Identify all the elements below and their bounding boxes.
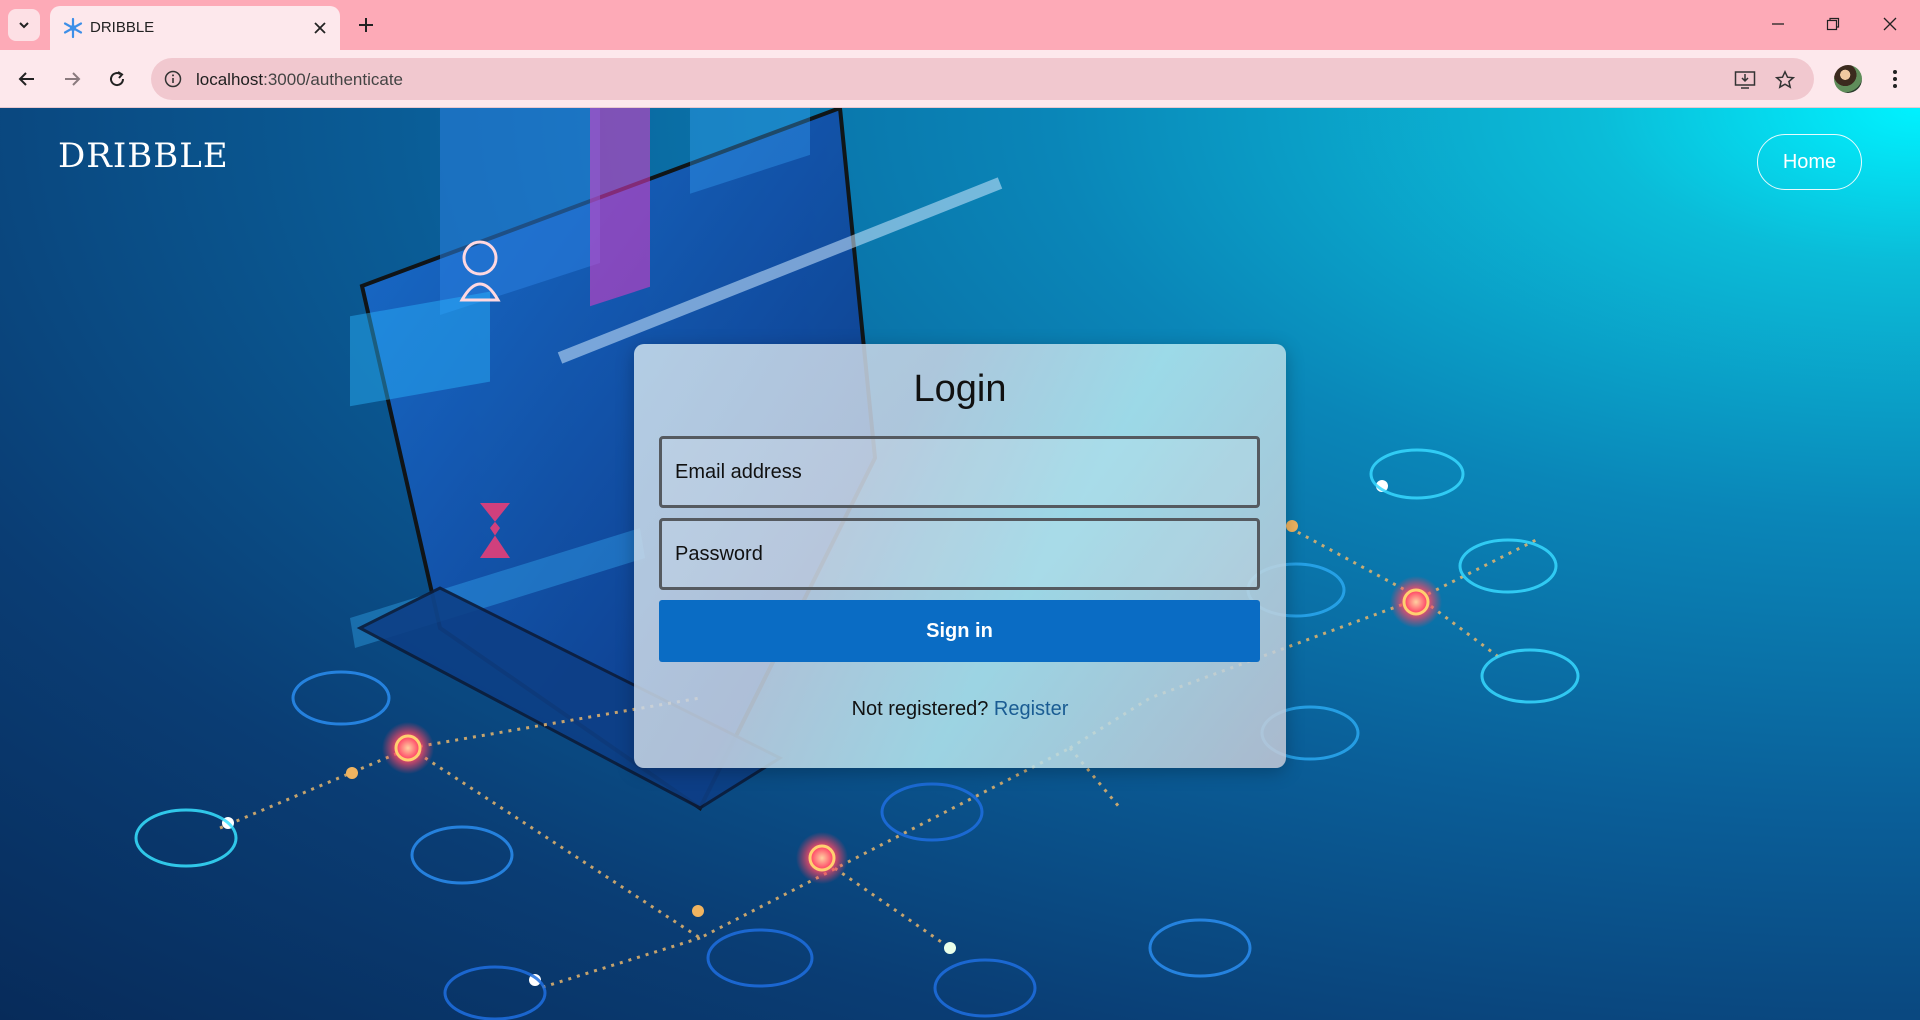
register-link[interactable]: Register <box>994 698 1068 720</box>
tab-search-button[interactable] <box>8 9 40 41</box>
email-field-wrapper <box>659 436 1260 508</box>
password-field-wrapper <box>659 518 1260 590</box>
login-page: DRIBBLE Home Login Sign in Not registere… <box>0 108 1920 1020</box>
install-icon <box>1734 71 1756 89</box>
login-title: Login <box>913 368 1007 410</box>
sign-in-button[interactable]: Sign in <box>659 600 1260 662</box>
close-icon <box>314 22 326 34</box>
password-input[interactable] <box>662 521 1257 587</box>
browser-toolbar: localhost:3000/authenticate <box>0 50 1920 108</box>
home-button[interactable]: Home <box>1757 134 1862 190</box>
more-vertical-icon <box>1893 70 1897 88</box>
plus-icon <box>359 18 373 32</box>
browser-menu-button[interactable] <box>1878 62 1912 96</box>
star-icon <box>1775 70 1795 89</box>
minimize-button[interactable] <box>1750 0 1806 48</box>
url-text: localhost:3000/authenticate <box>196 70 403 90</box>
email-input[interactable] <box>662 439 1257 505</box>
back-button[interactable] <box>10 62 44 96</box>
minimize-icon <box>1772 23 1784 25</box>
register-prompt-line: Not registered? Register <box>634 698 1286 721</box>
forward-button[interactable] <box>55 62 89 96</box>
arrow-left-icon <box>18 72 34 86</box>
snowflake-favicon-icon <box>63 17 83 39</box>
restore-icon <box>1826 17 1840 31</box>
close-icon <box>1883 17 1897 31</box>
browser-tab-bar: DRIBBLE <box>0 0 1920 50</box>
new-tab-button[interactable] <box>352 11 380 39</box>
url-host: localhost <box>196 70 264 89</box>
url-path: :3000/authenticate <box>263 70 404 89</box>
register-prompt-text: Not registered? <box>851 698 989 720</box>
install-app-button[interactable] <box>1731 66 1759 94</box>
close-window-button[interactable] <box>1862 0 1918 48</box>
bookmark-button[interactable] <box>1771 66 1799 94</box>
browser-tab[interactable]: DRIBBLE <box>50 6 340 50</box>
login-card: Login Sign in Not registered? Register <box>634 344 1286 768</box>
profile-avatar[interactable] <box>1834 65 1862 93</box>
reload-button[interactable] <box>100 62 134 96</box>
restore-button[interactable] <box>1805 0 1861 48</box>
tab-close-button[interactable] <box>308 16 332 40</box>
chevron-down-icon <box>19 22 29 29</box>
info-icon <box>164 70 182 88</box>
address-bar[interactable]: localhost:3000/authenticate <box>151 58 1814 100</box>
reload-icon <box>110 71 125 87</box>
site-info-button[interactable] <box>161 67 185 91</box>
tab-title: DRIBBLE <box>90 19 155 36</box>
site-brand-logo[interactable]: DRIBBLE <box>58 136 229 176</box>
arrow-right-icon <box>65 72 81 86</box>
